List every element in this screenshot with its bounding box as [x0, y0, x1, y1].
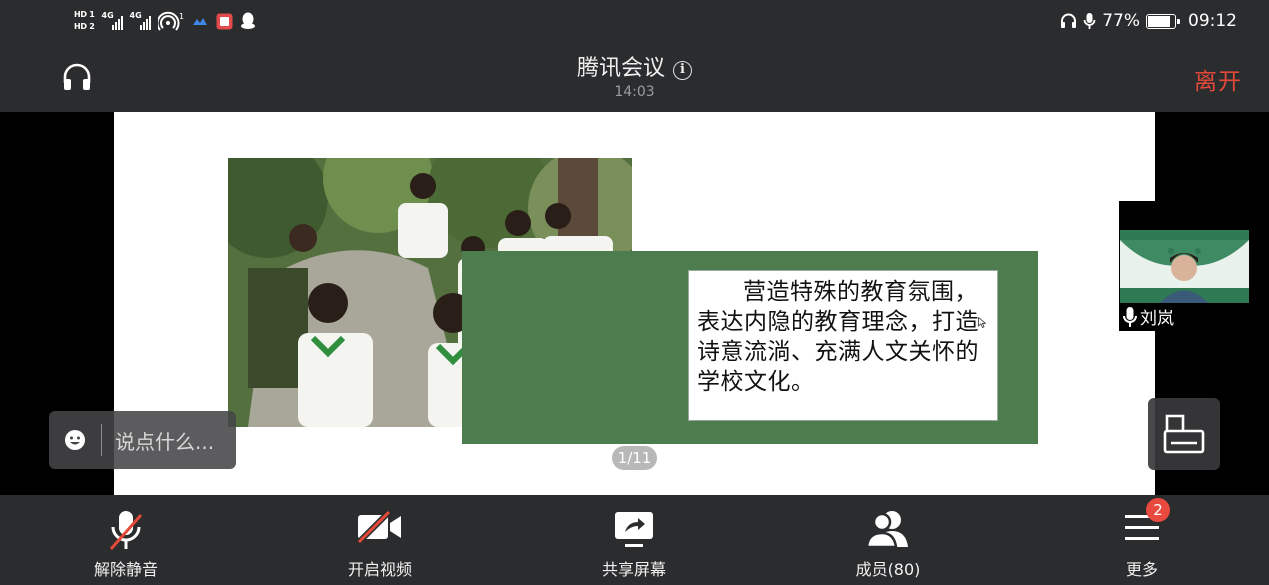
meeting-duration: 14:03	[614, 84, 655, 100]
signal-icon: 4G	[130, 12, 151, 30]
network-type-label: 4G	[129, 11, 142, 20]
network-type-label: 4G	[101, 11, 114, 20]
emoji-icon[interactable]	[49, 428, 101, 452]
hd1-label: HD 1	[74, 10, 95, 19]
hotspot-icon: 1	[157, 11, 184, 31]
headphone-icon	[1061, 13, 1077, 28]
mic-icon	[1123, 306, 1137, 327]
hd-icon: HD 1 HD 2	[74, 10, 95, 32]
participant-video-tile[interactable]: 刘岚	[1119, 201, 1250, 331]
meeting-title-text: 腾讯会议	[576, 56, 665, 81]
shared-screen-slide: 营造特殊的教育氛围，表达内隐的教育理念，打造诗意流淌、充满人文关怀的学校文化。 …	[114, 112, 1155, 495]
clock: 09:12	[1188, 11, 1237, 31]
chat-placeholder: 说点什么...	[115, 429, 215, 454]
screen-layout-button[interactable]	[1148, 398, 1220, 470]
more-notification-badge: 2	[1146, 498, 1170, 522]
leave-button[interactable]: 离开	[1194, 62, 1242, 96]
camera-off-icon	[356, 509, 401, 545]
share-screen-button[interactable]: 共享屏幕	[564, 495, 704, 585]
members-label: 成员(80)	[855, 560, 921, 579]
unmute-label: 解除静音	[93, 560, 158, 579]
notes-app-icon	[216, 13, 232, 29]
status-right-icons: 77% 09:12	[1060, 5, 1237, 37]
members-button[interactable]: 成员(80)	[818, 495, 958, 585]
start-video-button[interactable]: 开启视频	[310, 495, 450, 585]
chat-input[interactable]: 说点什么...	[49, 411, 236, 469]
hotspot-count: 1	[179, 12, 184, 21]
status-left-icons: HD 1 HD 2 4G 4G 1	[74, 5, 256, 37]
mic-muted-icon	[109, 511, 143, 550]
participant-video	[1120, 230, 1249, 303]
slide-page-indicator: 1/11	[612, 446, 657, 470]
status-bar: HD 1 HD 2 4G 4G 1 77% 09:12	[0, 0, 1269, 42]
slide-text-box: 营造特殊的教育氛围，表达内隐的教育理念，打造诗意流淌、充满人文关怀的学校文化。	[688, 270, 998, 421]
battery-charging-icon	[1146, 13, 1180, 29]
participant-name-tag: 刘岚	[1123, 304, 1174, 329]
screen-layout-icon	[1163, 414, 1205, 454]
meeting-title[interactable]: 腾讯会议 i	[0, 50, 1269, 82]
battery-percent: 77%	[1102, 11, 1140, 31]
battery-level	[1148, 15, 1170, 27]
more-label: 更多	[1125, 560, 1158, 579]
slide-text: 营造特殊的教育氛围，表达内隐的教育理念，打造诗意流淌、充满人文关怀的学校文化。	[697, 279, 979, 395]
hd2-label: HD 2	[74, 22, 95, 31]
share-screen-icon	[615, 512, 653, 547]
mic-icon	[1083, 13, 1096, 29]
share-screen-label: 共享屏幕	[601, 560, 666, 579]
mouse-cursor-icon	[978, 317, 986, 328]
more-button[interactable]: 更多	[1072, 495, 1212, 585]
meeting-header: 腾讯会议 i 14:03 离开	[0, 42, 1269, 112]
participant-name: 刘岚	[1140, 309, 1174, 329]
start-video-label: 开启视频	[347, 560, 412, 579]
bottom-toolbar: 解除静音 开启视频 共享屏幕 成员(80) 更多	[0, 495, 1269, 585]
cloud-icon	[192, 18, 207, 25]
info-icon[interactable]: i	[673, 61, 692, 80]
members-icon	[865, 511, 908, 549]
signal-icon: 4G	[102, 12, 123, 30]
unmute-button[interactable]: 解除静音	[56, 495, 196, 585]
qq-icon	[240, 12, 255, 29]
